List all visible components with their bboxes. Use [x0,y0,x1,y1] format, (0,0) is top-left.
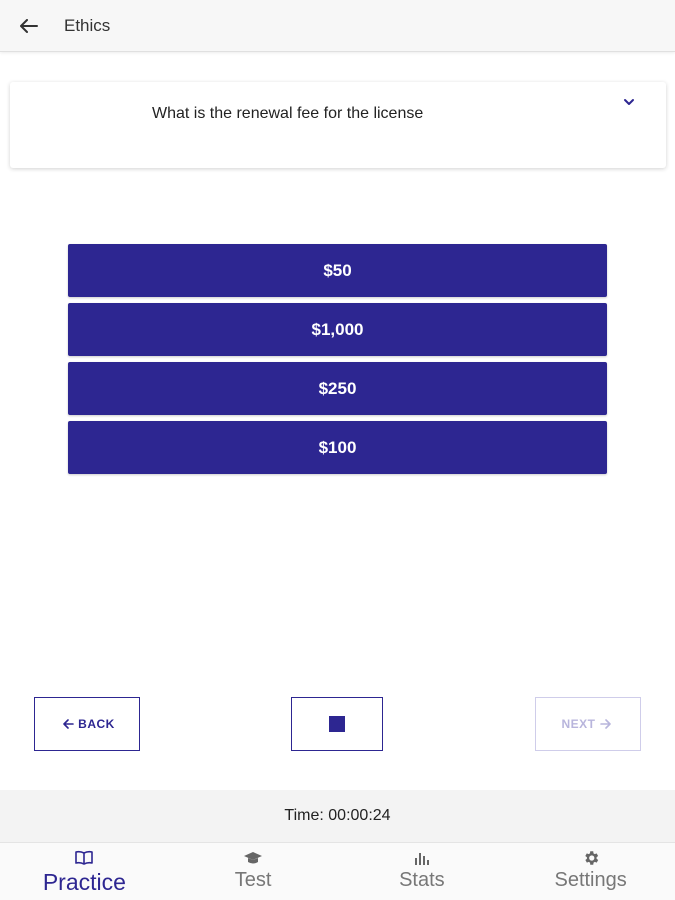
page-title: Ethics [64,15,111,35]
tab-stats[interactable]: Stats [338,843,507,900]
question-card: What is the renewal fee for the license [10,82,666,168]
stop-button[interactable] [291,697,383,751]
back-button-label: BACK [78,717,115,731]
answer-option-button[interactable]: $1,000 [68,303,607,356]
answer-list: $50 $1,000 $250 $100 [68,244,607,480]
bar-chart-icon [412,849,432,867]
tab-label: Practice [42,869,126,895]
tab-settings[interactable]: Settings [506,843,675,900]
tab-label: Settings [554,869,627,891]
stop-icon [329,716,345,732]
back-button[interactable]: BACK [34,697,140,751]
arrow-right-icon [599,717,611,732]
next-button[interactable]: NEXT [535,697,641,751]
gear-icon [581,849,601,867]
bottom-tab-bar: Practice Test Stats Settings [0,842,675,900]
answer-option-button[interactable]: $250 [68,362,607,415]
timer-text: Time: 00:00:24 [284,807,391,824]
question-text: What is the renewal fee for the license [152,105,424,122]
graduation-cap-icon [243,849,263,867]
app-bar: Ethics [0,0,675,52]
timer-bar: Time: 00:00:24 [0,790,675,842]
tab-label: Test [234,869,272,891]
next-button-label: NEXT [561,717,596,731]
tab-label: Stats [399,869,445,891]
answer-option-button[interactable]: $100 [68,421,607,474]
tab-practice[interactable]: Practice [0,843,169,900]
answer-option-button[interactable]: $50 [68,244,607,297]
arrow-left-icon[interactable] [14,11,44,41]
arrow-left-icon [63,717,74,732]
tab-test[interactable]: Test [169,843,338,900]
chevron-down-icon[interactable] [622,94,636,106]
book-icon [74,849,94,867]
